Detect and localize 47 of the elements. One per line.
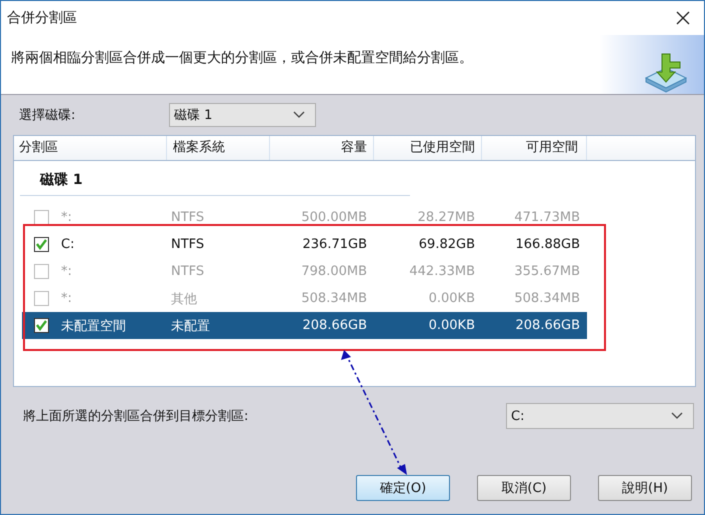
dialog-button[interactable]: 取消(C) xyxy=(477,475,571,501)
table-cell-text: C: xyxy=(61,237,76,252)
table-cell-text: 471.73MB xyxy=(513,210,580,225)
table-cell-text: 未配置空間 xyxy=(61,318,127,334)
table-cell-text: 其他 xyxy=(171,290,198,308)
table-cell-text: 236.71GB xyxy=(302,237,367,252)
table-cell-text: NTFS xyxy=(171,210,206,225)
dialog-button[interactable]: 說明(H) xyxy=(598,475,692,501)
close-icon[interactable] xyxy=(676,11,690,25)
table-cell-text: 0.00KB xyxy=(428,318,475,333)
table-cell-text: *: xyxy=(61,210,73,225)
column-header[interactable]: 已使用空間 xyxy=(374,136,482,160)
table-cell-text: 208.66GB xyxy=(302,318,367,333)
table-cell-text: 28.27MB xyxy=(416,210,475,225)
checkbox[interactable] xyxy=(34,237,49,252)
table-cell-text: 355.67MB xyxy=(513,264,580,279)
chevron-down-icon[interactable] xyxy=(293,111,305,119)
table-cell-text: *: xyxy=(61,264,73,279)
table-cell-text: 0.00KB xyxy=(428,291,475,306)
table-cell-text: 69.82GB xyxy=(418,237,475,252)
dialog-button[interactable]: 確定(O) xyxy=(356,475,450,501)
table-cell-text: 166.88GB xyxy=(514,237,580,252)
column-header[interactable]: 檔案系統 xyxy=(167,136,270,160)
disk-label: 選擇磁碟: xyxy=(19,107,76,124)
table-cell-text: NTFS xyxy=(171,264,206,279)
table-cell-text: NTFS xyxy=(171,237,206,252)
partition-row[interactable]: C: NTFS 236.71GB 69.82GB 166.88GB xyxy=(22,231,587,258)
table-cell-text: 500.00MB xyxy=(300,210,367,225)
disk-dropdown[interactable]: 磁碟 1 xyxy=(169,103,316,127)
column-header[interactable]: 可用空間 xyxy=(482,136,587,160)
table-cell-text: 208.66GB xyxy=(514,318,580,333)
table-cell-text: 未配置 xyxy=(171,318,211,334)
description-text: 將兩個相臨分割區合併成一個更大的分割區，或合併未配置空間給分割區。 xyxy=(11,48,473,66)
chevron-down-icon[interactable] xyxy=(671,412,683,420)
table-cell-text: 442.33MB xyxy=(408,264,475,279)
target-dropdown[interactable]: C: xyxy=(506,403,694,429)
table-cell-text: 798.00MB xyxy=(300,264,367,279)
disk-group-title: 磁碟 1 xyxy=(20,161,410,196)
table-cell-text: *: xyxy=(61,291,73,306)
table-cell-text: 508.34MB xyxy=(513,291,580,306)
table-cell-text: 508.34MB xyxy=(300,291,367,306)
window-title: 合併分割區 xyxy=(7,9,77,27)
column-header[interactable]: 容量 xyxy=(270,136,374,160)
partition-row[interactable]: 未配置空間 未配置 208.66GB 0.00KB 208.66GB xyxy=(22,312,587,339)
target-label: 將上面所選的分割區合併到目標分割區: xyxy=(23,408,248,425)
column-header[interactable]: 分割區 xyxy=(14,136,167,160)
checkbox[interactable] xyxy=(34,318,49,333)
